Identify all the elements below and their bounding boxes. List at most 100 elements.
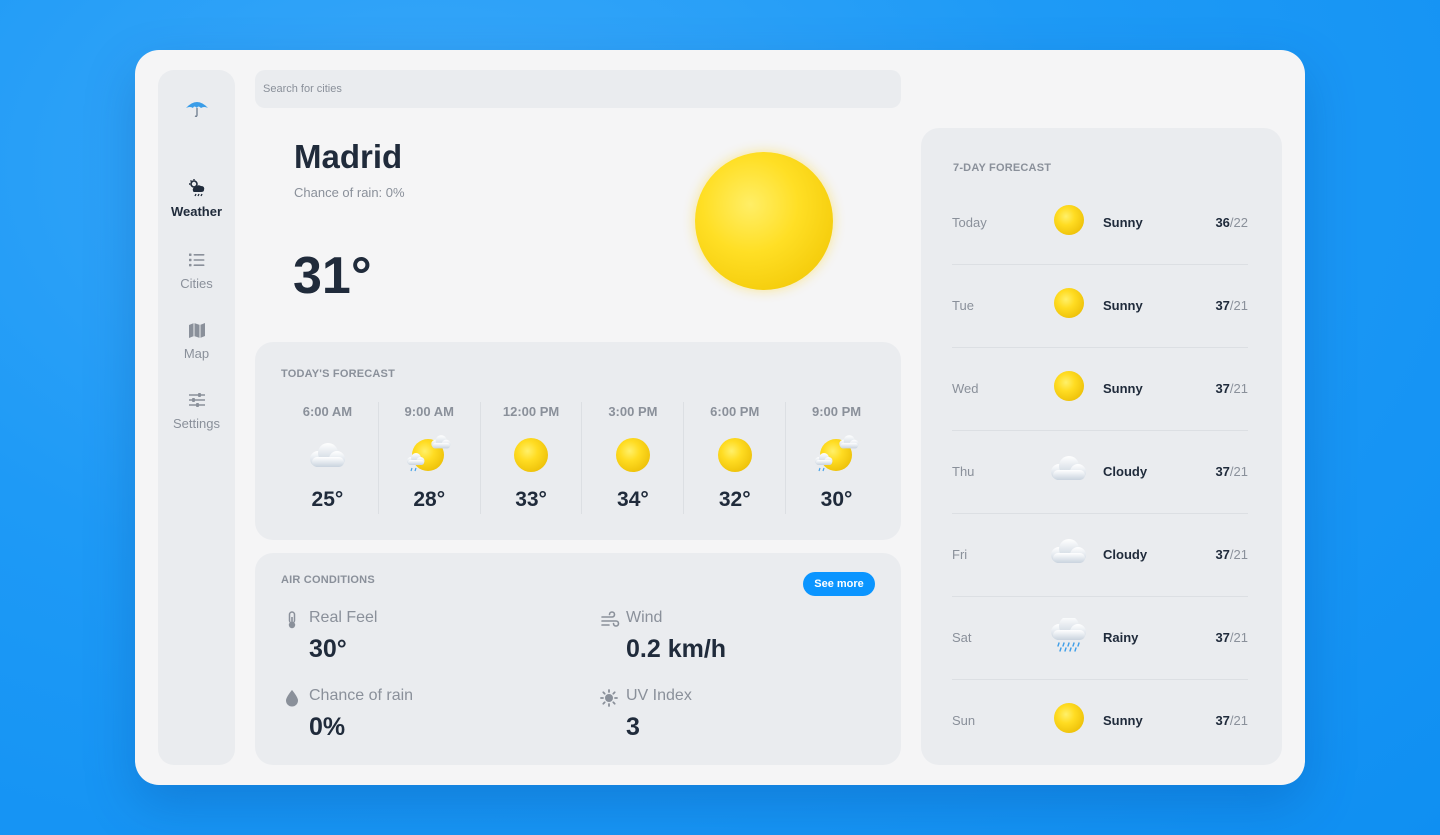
condition-label: Real Feel (309, 609, 378, 626)
sun-icon (717, 438, 752, 472)
seven-day-forecast-card: 7-DAY FORECAST Today Sunny 36/22 Tue Sun… (921, 128, 1282, 765)
umbrella-logo-icon (186, 102, 208, 117)
rain-chance-text: Chance of rain: 0% (294, 185, 405, 200)
hourly-item: 6:00 AM 25° (277, 402, 379, 514)
hour-temp: 34° (617, 488, 649, 511)
sidebar-item-label: Settings (173, 416, 220, 431)
cloud-icon (1051, 539, 1086, 563)
day-condition: Cloudy (1103, 547, 1148, 562)
current-temperature: 31° (293, 247, 372, 305)
day-name: Thu (952, 464, 975, 479)
sidebar-item-label: Weather (170, 204, 223, 219)
droplet-icon (286, 690, 298, 707)
day-temperature: 36/22 (1215, 215, 1248, 230)
sidebar-item-map[interactable]: Map (158, 320, 235, 361)
hourly-item: 6:00 PM 32° (684, 402, 787, 514)
day-high: 37 (1215, 713, 1230, 728)
sidebar-item-cities[interactable]: Cities (158, 250, 235, 291)
condition-uv-index: UV Index 3 (600, 687, 880, 747)
rain-cloud-icon (1051, 618, 1086, 652)
city-name: Madrid (294, 138, 403, 175)
forecast-day-row: Sat Rainy 37/21 (952, 597, 1248, 680)
sun-icon (514, 438, 549, 472)
sidebar: Weather Cities Map Settings (158, 70, 235, 765)
sliders-icon (188, 393, 205, 407)
forecast-day-row: Thu Cloudy 37/21 (952, 431, 1248, 514)
hourly-item: 9:00 PM 30° (786, 402, 887, 514)
forecast-day-row: Sun Sunny 37/21 (952, 680, 1248, 763)
day-temperature: 37/21 (1215, 547, 1248, 562)
hourly-item: 12:00 PM 33° (481, 402, 583, 514)
card-title: TODAY'S FORECAST (281, 368, 396, 380)
hour-temp: 25° (311, 488, 344, 511)
hour-time: 6:00 PM (710, 404, 760, 419)
sun-icon (1054, 371, 1084, 401)
hour-time: 3:00 PM (608, 404, 658, 419)
condition-label: UV Index (626, 687, 692, 704)
condition-wind: Wind 0.2 km/h (600, 609, 880, 669)
sun-icon (1054, 205, 1084, 235)
condition-value: 0.2 km/h (626, 635, 727, 663)
hour-temp: 30° (820, 488, 853, 511)
day-low: /21 (1229, 547, 1248, 562)
cloud-icon (1051, 456, 1086, 480)
condition-chance-of-rain: Chance of rain 0% (283, 687, 563, 747)
condition-real-feel: Real Feel 30° (283, 609, 563, 669)
day-low: /22 (1229, 215, 1248, 230)
day-high: 37 (1215, 464, 1230, 479)
sun-icon (1054, 703, 1084, 733)
map-icon (188, 323, 205, 338)
app-window: Weather Cities Map Settings Search for c… (135, 50, 1305, 785)
day-low: /21 (1229, 630, 1248, 645)
hour-time: 9:00 AM (404, 404, 454, 419)
sidebar-item-weather[interactable]: Weather (158, 178, 235, 219)
day-condition: Sunny (1103, 298, 1143, 313)
search-input[interactable] (255, 70, 901, 108)
card-title: 7-DAY FORECAST (953, 162, 1052, 174)
condition-value: 0% (309, 713, 346, 741)
cloud-sun-rain-icon (188, 179, 204, 197)
day-name: Wed (952, 381, 979, 396)
sidebar-item-settings[interactable]: Settings (158, 390, 235, 431)
condition-value: 3 (626, 713, 640, 741)
sun-cloud-rain-icon (814, 435, 859, 472)
day-low: /21 (1229, 464, 1248, 479)
day-low: /21 (1229, 298, 1248, 313)
todays-forecast-card: TODAY'S FORECAST 6:00 AM 25° 9:00 AM 28° (255, 342, 901, 540)
see-more-button[interactable]: See more (803, 572, 875, 596)
sun-icon (695, 152, 833, 290)
hour-time: 9:00 PM (811, 404, 862, 419)
forecast-day-row: Wed Sunny 37/21 (952, 348, 1248, 431)
day-condition: Sunny (1103, 215, 1143, 230)
day-condition: Sunny (1103, 381, 1143, 396)
day-low: /21 (1229, 713, 1248, 728)
sun-cloud-rain-icon (407, 435, 451, 472)
day-condition: Sunny (1103, 713, 1143, 728)
day-high: 37 (1215, 547, 1230, 562)
sun-icon (615, 438, 650, 472)
hour-temp: 33° (515, 488, 547, 511)
day-temperature: 37/21 (1215, 381, 1248, 396)
sidebar-item-label: Cities (180, 276, 213, 291)
hour-temp: 28° (413, 488, 446, 511)
day-high: 37 (1215, 630, 1230, 645)
sun-uv-icon (600, 689, 618, 707)
day-name: Sat (952, 630, 972, 645)
card-title: AIR CONDITIONS (281, 574, 375, 586)
condition-label: Chance of rain (309, 687, 414, 704)
hour-time: 12:00 PM (502, 404, 560, 419)
day-low: /21 (1229, 381, 1248, 396)
forecast-day-row: Fri Cloudy 37/21 (952, 514, 1248, 597)
day-high: 37 (1215, 381, 1230, 396)
day-high: 37 (1215, 298, 1230, 313)
day-name: Tue (952, 298, 974, 313)
list-icon (188, 253, 204, 267)
hour-time: 6:00 AM (302, 404, 353, 419)
forecast-day-row: Today Sunny 36/22 (952, 182, 1248, 265)
hourly-item: 9:00 AM 28° (379, 402, 481, 514)
condition-label: Wind (626, 609, 663, 626)
sidebar-item-label: Map (183, 346, 210, 361)
hour-temp: 32° (718, 488, 751, 511)
day-name: Fri (952, 547, 968, 562)
wind-icon (601, 611, 620, 627)
